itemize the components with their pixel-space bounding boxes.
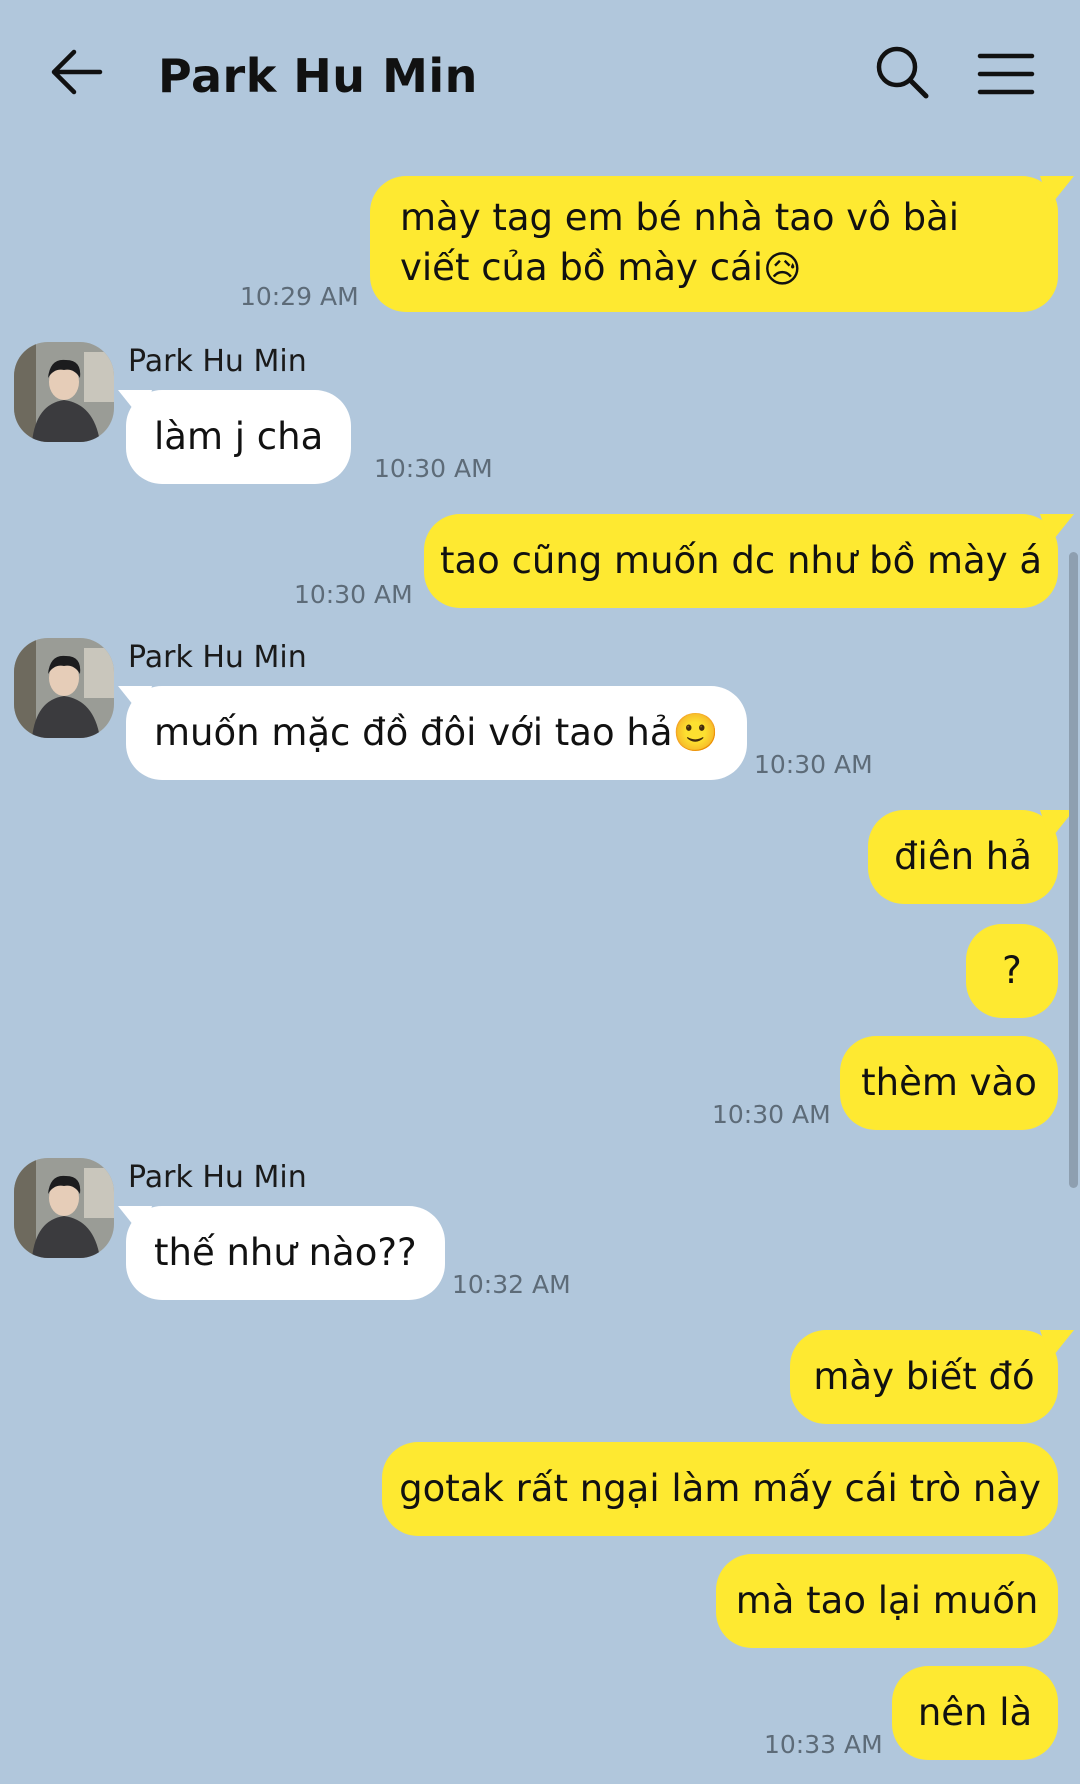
message-text: gotak rất ngại làm mấy cái trò này: [399, 1467, 1041, 1510]
outgoing-message-bubble[interactable]: điên hả: [868, 810, 1058, 904]
outgoing-message-bubble[interactable]: gotak rất ngại làm mấy cái trò này: [382, 1442, 1058, 1536]
sad-sweat-emoji-icon: 😥: [763, 247, 802, 291]
message-timestamp: 10:30 AM: [374, 454, 493, 483]
avatar-photo: [14, 342, 114, 442]
search-icon: [876, 46, 929, 99]
message-timestamp: 10:30 AM: [712, 1100, 831, 1129]
sender-name: Park Hu Min: [128, 344, 307, 379]
message-text: làm j cha: [154, 415, 324, 458]
avatar-photo: [14, 638, 114, 738]
contact-avatar[interactable]: [14, 1158, 114, 1258]
message-text: điên hả: [894, 835, 1032, 878]
message-timestamp: 10:30 AM: [294, 580, 413, 609]
search-button[interactable]: [872, 42, 932, 102]
message-timestamp: 10:32 AM: [452, 1270, 571, 1299]
outgoing-message-bubble[interactable]: mà tao lại muốn: [716, 1554, 1058, 1648]
bubble-tail: [1040, 176, 1074, 206]
message-timestamp: 10:30 AM: [754, 750, 873, 779]
outgoing-message-bubble[interactable]: mày tag em bé nhà tao vô bài viết của bồ…: [370, 176, 1058, 312]
sender-name: Park Hu Min: [128, 1160, 307, 1195]
message-text: thèm vào: [861, 1061, 1037, 1104]
sender-name: Park Hu Min: [128, 640, 307, 675]
message-text: ?: [1002, 949, 1022, 992]
arrow-left-icon: [51, 49, 103, 95]
message-text: mày tag em bé nhà tao vô bài viết của bồ…: [400, 196, 960, 290]
outgoing-message-bubble[interactable]: ?: [966, 924, 1058, 1018]
outgoing-message-bubble[interactable]: nên là: [892, 1666, 1058, 1760]
outgoing-message-bubble[interactable]: thèm vào: [840, 1036, 1058, 1130]
message-timestamp: 10:29 AM: [240, 282, 359, 311]
message-text: mà tao lại muốn: [735, 1579, 1039, 1622]
bubble-tail: [1040, 1330, 1074, 1360]
chat-title: Park Hu Min: [158, 49, 478, 103]
message-text: tao cũng muốn dc như bồ mày á: [439, 539, 1043, 582]
hamburger-menu-icon: [977, 53, 1035, 95]
message-text: muốn mặc đồ đôi với tao hả: [154, 711, 673, 754]
menu-button[interactable]: [976, 44, 1036, 104]
back-button[interactable]: [40, 36, 112, 108]
contact-avatar[interactable]: [14, 342, 114, 442]
message-timestamp: 10:33 AM: [764, 1730, 883, 1759]
message-text: nên là: [917, 1691, 1033, 1734]
chat-scrollbar[interactable]: [1069, 552, 1078, 1188]
avatar-photo: [14, 1158, 114, 1258]
message-text: mày biết đó: [813, 1355, 1035, 1398]
outgoing-message-bubble[interactable]: mày biết đó: [790, 1330, 1058, 1424]
incoming-message-bubble[interactable]: muốn mặc đồ đôi với tao hả 🙂: [126, 686, 747, 780]
message-text: thế như nào??: [154, 1231, 417, 1274]
contact-avatar[interactable]: [14, 638, 114, 738]
bubble-tail: [1040, 514, 1074, 544]
incoming-message-bubble[interactable]: thế như nào??: [126, 1206, 445, 1300]
incoming-message-bubble[interactable]: làm j cha: [126, 390, 352, 484]
slight-smile-emoji-icon: 🙂: [672, 711, 719, 754]
outgoing-message-bubble[interactable]: tao cũng muốn dc như bồ mày á: [424, 514, 1058, 608]
